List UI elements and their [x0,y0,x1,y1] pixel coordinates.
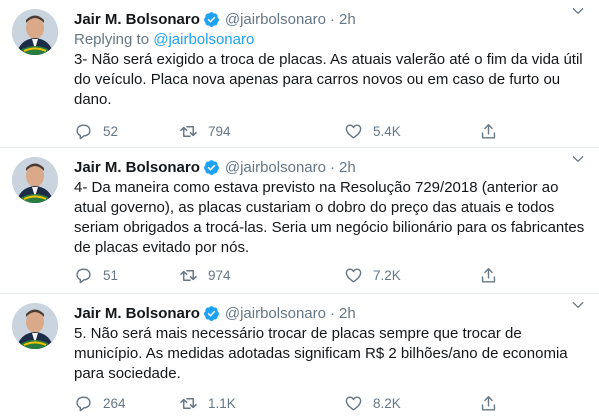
retweet-button[interactable]: 1.1K [179,394,236,413]
share-button[interactable] [479,122,498,141]
author-name[interactable]: Jair M. Bolsonaro [74,159,200,176]
reply-count: 264 [103,395,126,411]
like-count: 5.4K [373,123,401,139]
avatar[interactable] [12,9,58,55]
verified-badge-icon [203,11,219,27]
reply-button[interactable]: 51 [74,266,118,285]
chevron-down-icon[interactable] [571,152,585,166]
retweet-button[interactable]: 794 [179,122,231,141]
tweet-actions: 264 1.1K 8.2K [74,392,544,414]
separator-dot: · [329,158,335,176]
author-handle[interactable]: @jairbolsonaro [225,305,326,322]
tweet-actions: 51 974 7.2K [74,264,544,286]
tweet-timestamp[interactable]: 2h [339,305,356,322]
chevron-down-icon[interactable] [571,298,585,312]
separator-dot: · [329,10,335,28]
verified-badge-icon [203,159,219,175]
reply-icon [76,395,91,411]
reply-icon [76,123,91,139]
author-name[interactable]: Jair M. Bolsonaro [74,305,200,322]
like-button[interactable]: 5.4K [344,122,401,141]
tweet-timestamp[interactable]: 2h [339,159,356,176]
replying-to-label: Replying to [74,31,154,48]
author-name[interactable]: Jair M. Bolsonaro [74,11,200,28]
tweet[interactable]: Jair M. Bolsonaro @jairbolsonaro · 2h 5.… [0,294,599,419]
retweet-icon [180,125,197,137]
heart-icon [345,123,362,139]
retweet-button[interactable]: 974 [179,266,231,285]
avatar-image [12,303,58,349]
share-icon [481,123,496,139]
tweet-actions: 52 794 5.4K [74,120,544,142]
share-icon [481,267,496,283]
like-count: 7.2K [373,267,401,283]
tweet-thread: Jair M. Bolsonaro @jairbolsonaro · 2h Re… [0,0,599,419]
heart-icon [345,395,362,411]
share-icon [481,395,496,411]
tweet-text: 3- Não será exigido a troca de placas. A… [74,51,583,108]
replying-to: Replying to @jairbolsonaro [74,30,589,50]
chevron-down-icon[interactable] [571,4,585,18]
tweet-text: 4- Da maneira como estava previsto na Re… [74,179,585,256]
share-button[interactable] [479,394,498,413]
like-button[interactable]: 8.2K [344,394,401,413]
retweet-count: 1.1K [208,395,236,411]
verified-badge-icon [203,305,219,321]
reply-count: 52 [103,123,119,139]
reply-button[interactable]: 264 [74,394,126,413]
retweet-count: 794 [208,123,231,139]
tweet[interactable]: Jair M. Bolsonaro @jairbolsonaro · 2h Re… [0,0,599,148]
author-handle[interactable]: @jairbolsonaro [225,159,326,176]
avatar-image [12,157,58,203]
heart-icon [345,267,362,283]
retweet-icon [180,269,197,281]
avatar[interactable] [12,303,58,349]
avatar-image [12,9,58,55]
tweet[interactable]: Jair M. Bolsonaro @jairbolsonaro · 2h 4-… [0,148,599,294]
tweet-timestamp[interactable]: 2h [339,11,356,28]
retweet-count: 974 [208,267,231,283]
reply-button[interactable]: 52 [74,122,118,141]
avatar[interactable] [12,157,58,203]
replying-to-handle-link[interactable]: @jairbolsonaro [153,31,254,48]
reply-icon [76,267,91,283]
like-count: 8.2K [373,395,401,411]
author-handle[interactable]: @jairbolsonaro [225,11,326,28]
like-button[interactable]: 7.2K [344,266,401,285]
reply-count: 51 [103,267,119,283]
share-button[interactable] [479,266,498,285]
tweet-text: 5. Não será mais necessário trocar de pl… [74,325,568,382]
separator-dot: · [329,304,335,322]
retweet-icon [180,397,197,409]
